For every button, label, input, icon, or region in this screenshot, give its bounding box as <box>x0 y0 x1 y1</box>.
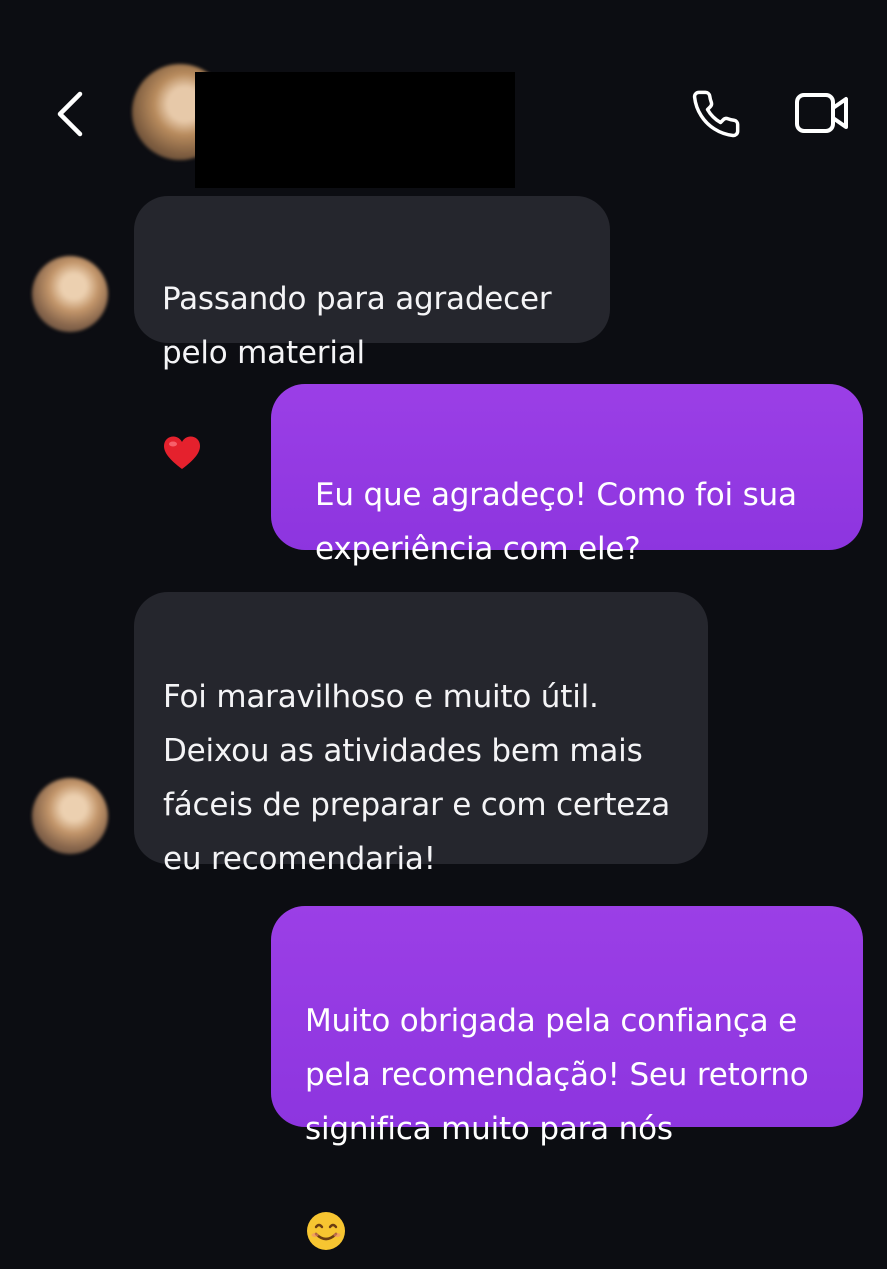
video-call-button[interactable] <box>794 90 850 138</box>
sender-avatar[interactable] <box>32 778 108 854</box>
video-camera-icon <box>795 93 848 133</box>
smiling-face-icon <box>305 1156 347 1269</box>
back-button[interactable] <box>52 86 92 142</box>
message-bubble-incoming[interactable]: Passando para agradecer pelo material <box>134 196 610 469</box>
chat-header <box>0 0 887 190</box>
message-bubble-outgoing[interactable]: Muito obrigada pela confiança e pela rec… <box>271 906 863 1250</box>
phone-icon <box>692 90 740 138</box>
call-button[interactable] <box>690 88 742 140</box>
heart-icon <box>162 380 202 488</box>
message-text: Passando para agradecer pelo material <box>162 281 552 371</box>
message-bubble-outgoing[interactable]: Eu que agradeço! Como foi sua experiênci… <box>271 384 863 567</box>
message-text: Eu que agradeço! Como foi sua experiênci… <box>315 477 797 567</box>
sender-avatar[interactable] <box>32 256 108 332</box>
message-text: Muito obrigada pela confiança e pela rec… <box>305 1003 809 1147</box>
message-text: Foi maravilhoso e muito útil. Deixou as … <box>163 679 671 877</box>
contact-name-redacted[interactable] <box>195 72 515 188</box>
chevron-left-icon <box>57 91 83 137</box>
message-bubble-incoming[interactable]: Foi maravilhoso e muito útil. Deixou as … <box>134 592 708 877</box>
